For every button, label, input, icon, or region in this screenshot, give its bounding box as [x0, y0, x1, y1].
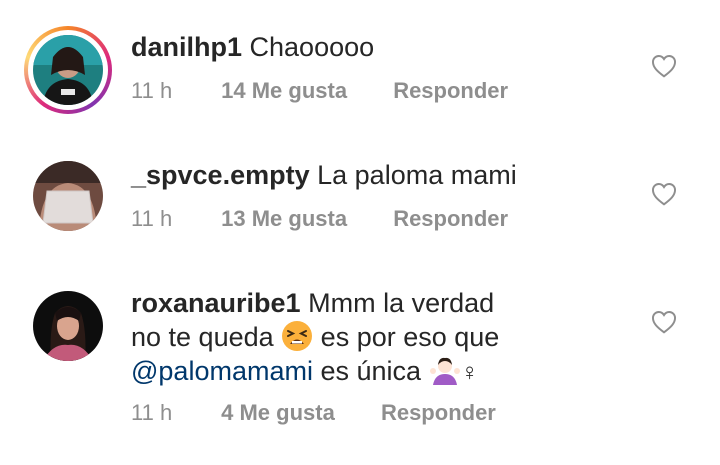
- comment-likes[interactable]: 13 Me gusta: [221, 206, 347, 232]
- reply-button[interactable]: Responder: [393, 78, 508, 104]
- comment-time: 11 h: [131, 206, 173, 231]
- comment-meta: 11 h 13 Me gusta Responder: [131, 206, 508, 232]
- mention-link[interactable]: @palomamami: [131, 356, 313, 386]
- comment-body: Chaooooo: [249, 32, 375, 62]
- comment-time: 11 h: [131, 400, 173, 425]
- avatar[interactable]: [33, 35, 103, 105]
- comment-text: roxanauribe1 Mmm la verdad no te queda e…: [131, 286, 531, 390]
- comment-time: 11 h: [131, 78, 173, 103]
- heart-icon[interactable]: [651, 310, 677, 334]
- comment-meta: 11 h 4 Me gusta Responder: [131, 400, 496, 426]
- comment-likes[interactable]: 4 Me gusta: [221, 400, 335, 426]
- reply-button[interactable]: Responder: [393, 206, 508, 232]
- comment-username[interactable]: _spvce.empty: [131, 160, 310, 190]
- person-shrugging-emoji-icon: [429, 354, 461, 386]
- comment-username[interactable]: danilhp1: [131, 32, 242, 62]
- comment-meta: 11 h 14 Me gusta Responder: [131, 78, 508, 104]
- heart-icon[interactable]: [651, 182, 677, 206]
- tired-face-emoji-icon: [281, 320, 313, 352]
- heart-icon[interactable]: [651, 54, 677, 78]
- female-sign-icon: ♀: [460, 359, 479, 386]
- story-ring[interactable]: [24, 26, 112, 114]
- comment-body: es única: [320, 356, 422, 386]
- avatar[interactable]: [33, 291, 103, 361]
- comment-body: La paloma mami: [317, 160, 517, 190]
- reply-button[interactable]: Responder: [381, 400, 496, 426]
- comment-body: es por eso que: [320, 322, 500, 352]
- comment-likes[interactable]: 14 Me gusta: [221, 78, 347, 104]
- comment-username[interactable]: roxanauribe1: [131, 288, 301, 318]
- comment-text: danilhp1 Chaooooo: [131, 30, 601, 64]
- avatar[interactable]: [33, 161, 103, 231]
- comment-text: _spvce.empty La paloma mami: [131, 158, 601, 192]
